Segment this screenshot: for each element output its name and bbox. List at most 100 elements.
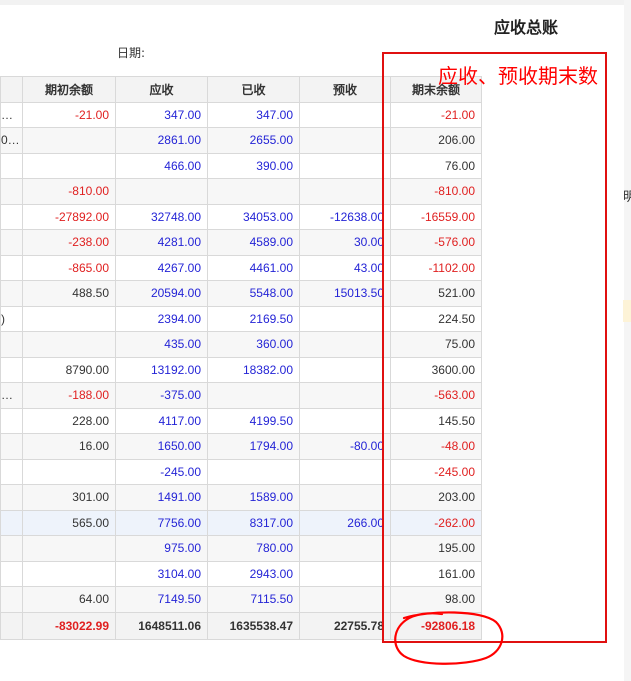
receivable-cell[interactable]: 3104.00 xyxy=(115,560,208,587)
row-label-cell xyxy=(0,178,23,205)
received-cell[interactable]: 2169.50 xyxy=(207,305,300,332)
side-panel-fragment: 明 xyxy=(623,190,631,205)
prepaid-cell xyxy=(299,560,391,587)
prepaid-cell xyxy=(299,305,391,332)
receivable-cell[interactable]: 975.00 xyxy=(115,535,208,562)
receivable-cell xyxy=(115,178,208,205)
opening-balance-cell xyxy=(22,127,116,154)
prepaid-cell xyxy=(299,407,391,434)
row-label-cell xyxy=(0,356,23,383)
received-cell[interactable]: 4589.00 xyxy=(207,229,300,256)
column-header-opening-balance[interactable]: 期初余额 xyxy=(22,76,116,103)
opening-balance-cell: 228.00 xyxy=(22,407,116,434)
opening-balance-cell: -238.00 xyxy=(22,229,116,256)
opening-balance-cell: 301.00 xyxy=(22,484,116,511)
prepaid-cell[interactable]: -12638.00 xyxy=(299,203,391,230)
row-label-cell: … xyxy=(0,101,23,128)
receivable-cell[interactable]: 4281.00 xyxy=(115,229,208,256)
received-cell[interactable]: 360.00 xyxy=(207,331,300,358)
column-header-received[interactable]: 已收 xyxy=(207,76,300,103)
prepaid-cell[interactable]: 15013.50 xyxy=(299,280,391,307)
prepaid-cell[interactable]: 266.00 xyxy=(299,509,391,536)
receivable-cell[interactable]: 466.00 xyxy=(115,152,208,179)
prepaid-cell: 22755.78 xyxy=(299,611,391,640)
received-cell[interactable]: 1794.00 xyxy=(207,433,300,460)
row-label-cell xyxy=(0,560,23,587)
opening-balance-cell: -188.00 xyxy=(22,382,116,409)
receivable-cell[interactable]: 435.00 xyxy=(115,331,208,358)
opening-balance-cell: 8790.00 xyxy=(22,356,116,383)
received-cell xyxy=(207,458,300,485)
receivable-cell[interactable]: 1491.00 xyxy=(115,484,208,511)
received-cell[interactable]: 5548.00 xyxy=(207,280,300,307)
opening-balance-cell xyxy=(22,305,116,332)
prepaid-cell xyxy=(299,178,391,205)
receivable-cell[interactable]: 4117.00 xyxy=(115,407,208,434)
row-label-cell xyxy=(0,509,23,536)
annotation-label: 应收、预收期末数 xyxy=(438,64,598,88)
annotation-highlight-box xyxy=(382,52,607,643)
row-label-cell xyxy=(0,535,23,562)
prepaid-cell xyxy=(299,152,391,179)
row-label-cell: 0… xyxy=(0,127,23,154)
received-cell[interactable]: 780.00 xyxy=(207,535,300,562)
receivable-cell: 1648511.06 xyxy=(115,611,208,640)
opening-balance-cell: -83022.99 xyxy=(22,611,116,640)
receivable-cell[interactable]: 2861.00 xyxy=(115,127,208,154)
opening-balance-cell: 64.00 xyxy=(22,586,116,613)
column-header-prepaid[interactable]: 预收 xyxy=(299,76,391,103)
received-cell[interactable]: 18382.00 xyxy=(207,356,300,383)
opening-balance-cell xyxy=(22,331,116,358)
receivable-cell[interactable]: 32748.00 xyxy=(115,203,208,230)
row-label-cell xyxy=(0,433,23,460)
received-cell[interactable]: 2943.00 xyxy=(207,560,300,587)
page-title: 应收总账 xyxy=(494,18,559,37)
receivable-cell[interactable]: -375.00 xyxy=(115,382,208,409)
received-cell[interactable]: 4461.00 xyxy=(207,254,300,281)
row-label-cell xyxy=(0,407,23,434)
row-label-cell xyxy=(0,280,23,307)
receivable-cell[interactable]: -245.00 xyxy=(115,458,208,485)
opening-balance-cell xyxy=(22,535,116,562)
received-cell[interactable]: 390.00 xyxy=(207,152,300,179)
prepaid-cell xyxy=(299,484,391,511)
receivable-cell[interactable]: 7756.00 xyxy=(115,509,208,536)
prepaid-cell[interactable]: 43.00 xyxy=(299,254,391,281)
opening-balance-cell: 16.00 xyxy=(22,433,116,460)
received-cell[interactable]: 4199.50 xyxy=(207,407,300,434)
prepaid-cell[interactable]: -80.00 xyxy=(299,433,391,460)
opening-balance-cell xyxy=(22,560,116,587)
receivable-cell[interactable]: 20594.00 xyxy=(115,280,208,307)
opening-balance-cell: 565.00 xyxy=(22,509,116,536)
row-label-cell xyxy=(0,331,23,358)
receivable-cell[interactable]: 347.00 xyxy=(115,101,208,128)
column-header[interactable] xyxy=(0,76,23,103)
receivable-cell[interactable]: 13192.00 xyxy=(115,356,208,383)
prepaid-cell xyxy=(299,586,391,613)
receivable-cell[interactable]: 4267.00 xyxy=(115,254,208,281)
row-label-cell xyxy=(0,458,23,485)
receivable-cell[interactable]: 2394.00 xyxy=(115,305,208,332)
prepaid-cell xyxy=(299,382,391,409)
received-cell xyxy=(207,382,300,409)
received-cell xyxy=(207,178,300,205)
prepaid-cell xyxy=(299,101,391,128)
prepaid-cell xyxy=(299,535,391,562)
received-cell[interactable]: 347.00 xyxy=(207,101,300,128)
received-cell[interactable]: 7115.50 xyxy=(207,586,300,613)
prepaid-cell[interactable]: 30.00 xyxy=(299,229,391,256)
prepaid-cell xyxy=(299,356,391,383)
opening-balance-cell: 488.50 xyxy=(22,280,116,307)
received-cell[interactable]: 34053.00 xyxy=(207,203,300,230)
receivable-cell[interactable]: 1650.00 xyxy=(115,433,208,460)
prepaid-cell xyxy=(299,458,391,485)
received-cell[interactable]: 8317.00 xyxy=(207,509,300,536)
received-cell[interactable]: 1589.00 xyxy=(207,484,300,511)
vertical-scrollbar[interactable] xyxy=(624,0,631,681)
opening-balance-cell: -865.00 xyxy=(22,254,116,281)
received-cell: 1635538.47 xyxy=(207,611,300,640)
received-cell[interactable]: 2655.00 xyxy=(207,127,300,154)
column-header-receivable[interactable]: 应收 xyxy=(115,76,208,103)
receivable-cell[interactable]: 7149.50 xyxy=(115,586,208,613)
opening-balance-cell: -810.00 xyxy=(22,178,116,205)
